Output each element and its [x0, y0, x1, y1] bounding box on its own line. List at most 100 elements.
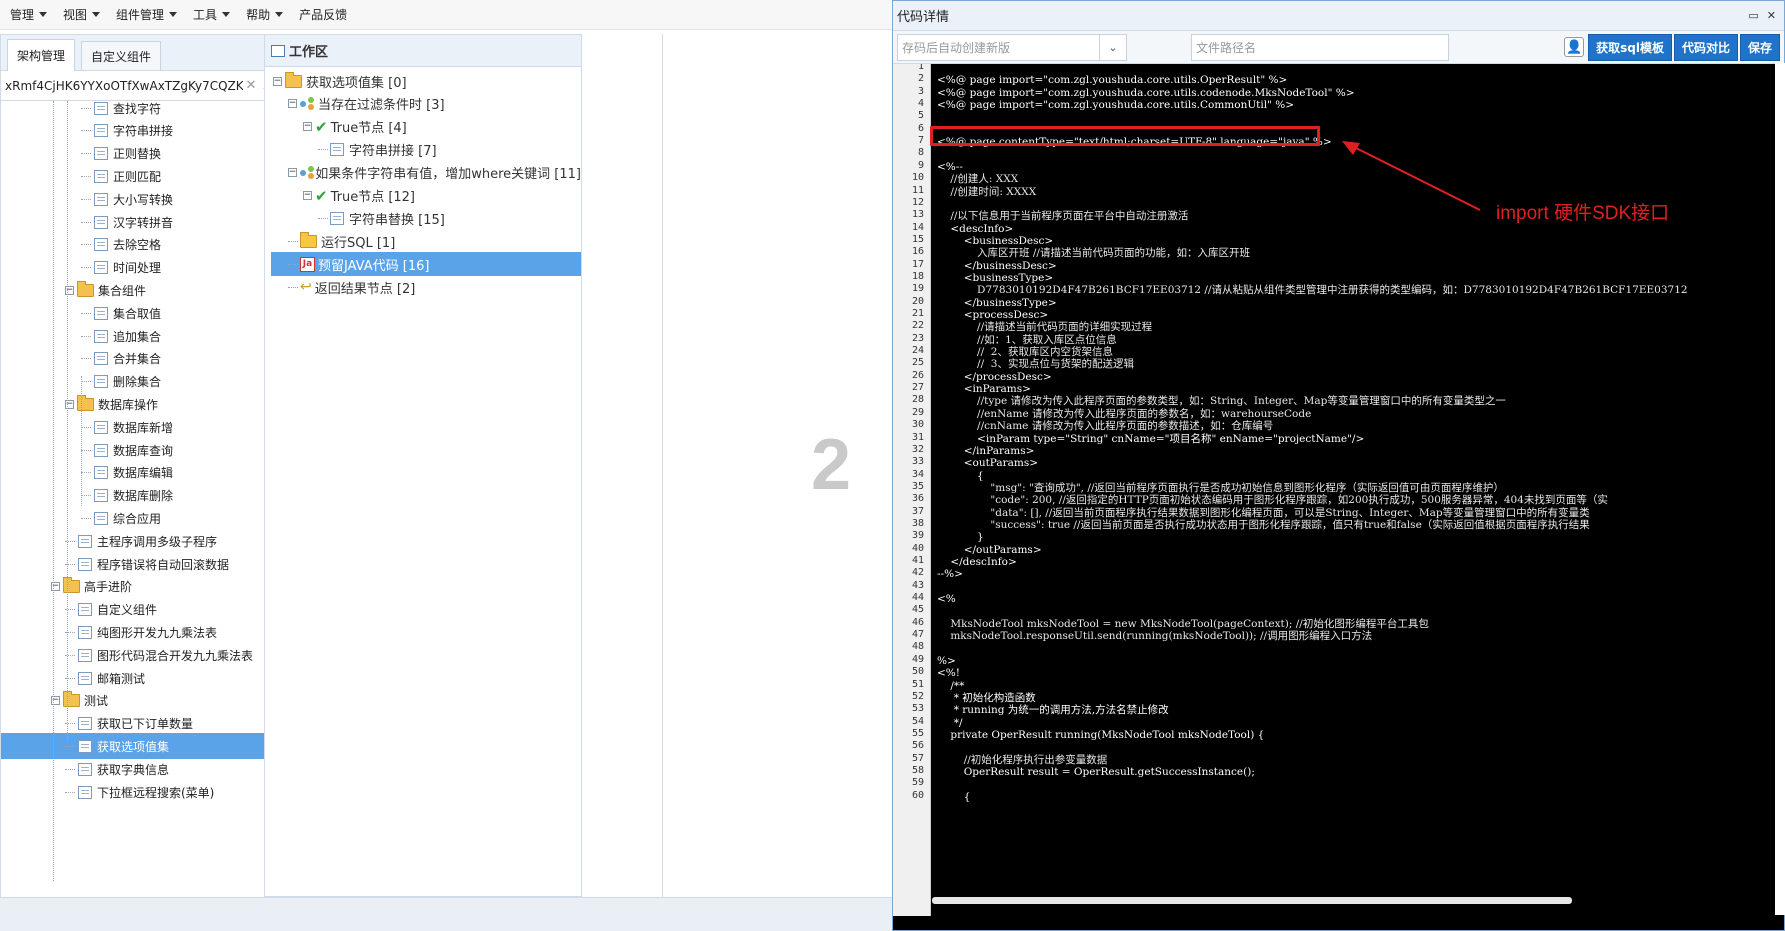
tree-connector: [288, 240, 298, 242]
file-icon: [94, 306, 108, 320]
menu-item-5[interactable]: 产品反馈: [291, 0, 355, 30]
menu-item-label: 帮助: [246, 8, 271, 22]
tree-item-label: 汉字转拼音: [113, 215, 174, 230]
file-icon: [94, 352, 108, 366]
menu-item-3[interactable]: 工具: [185, 0, 238, 30]
workflow-node[interactable]: 运行SQL [1]: [271, 229, 581, 253]
tree-connector: [81, 381, 91, 383]
menu-item-2[interactable]: 组件管理: [108, 0, 185, 30]
file-icon: [94, 261, 108, 275]
chevron-down-icon[interactable]: ⌄: [1099, 34, 1126, 60]
collapse-icon[interactable]: −: [273, 76, 282, 86]
workspace-title: 工作区: [289, 45, 329, 60]
workflow-node[interactable]: − ✔ True节点 [4]: [271, 115, 581, 139]
tab-architecture[interactable]: 架构管理: [7, 39, 76, 71]
version-select-placeholder: 存码后自动创建新版: [902, 40, 1011, 55]
workflow-node[interactable]: Ja 预留JAVA代码 [16]: [271, 252, 581, 277]
file-icon: [94, 420, 108, 434]
condition-group-icon: [300, 97, 315, 110]
tab-custom-components[interactable]: 自定义组件: [81, 41, 162, 70]
file-icon: [94, 511, 108, 525]
folder-icon: [77, 394, 94, 411]
tree-item-label: 合并集合: [113, 352, 162, 367]
caret-down-icon: [169, 12, 178, 17]
menu-bar: 管理 视图 组件管理 工具 帮助 产品反馈: [0, 0, 892, 30]
tree-connector: [81, 358, 91, 360]
code-line: <%@ page import="com.zgl.youshuda.core.u…: [937, 99, 1295, 112]
workflow-node-label: 预留JAVA代码 [16]: [318, 258, 430, 274]
architecture-tree: 查找字符 字符串拼接 正则替换 正则匹配 大小写转换 汉字转拼音 去除空格 时间处理 − 集合组件…: [1, 101, 291, 898]
workflow-node[interactable]: − ✔ True节点 [12]: [271, 184, 581, 208]
tree-connector: [81, 107, 91, 109]
collapse-icon[interactable]: −: [288, 168, 297, 178]
status-bar: [0, 897, 892, 931]
clear-icon[interactable]: ✕: [243, 78, 259, 93]
tree-connector: [81, 198, 91, 200]
code-line: "success": true //返回当前页面是否执行成功状态用于图形化程序跟…: [937, 518, 1590, 531]
tree-item-label: 获取选项值集: [97, 739, 170, 754]
page-root: { "menubar": { "items": ["管理","视图","组件管理…: [0, 0, 1785, 931]
minimize-icon[interactable]: ▭: [1748, 9, 1758, 22]
file-icon: [94, 147, 108, 161]
tree-item-label: 查找字符: [113, 101, 162, 116]
code-compare-button[interactable]: 代码对比: [1673, 33, 1738, 61]
file-icon: [78, 739, 92, 753]
tree-item-label: 删除集合: [113, 375, 162, 390]
tree-item-label: 测试: [84, 694, 109, 709]
code-line: * running 为统一的调用方法,方法名禁止修改: [937, 704, 1169, 717]
menu-item-label: 工具: [193, 8, 218, 22]
file-icon: [330, 143, 344, 157]
tree-connector: [81, 221, 91, 223]
tree-item-label: 正则匹配: [113, 169, 162, 184]
tree-connector: [81, 449, 91, 451]
workflow-node-label: True节点 [4]: [330, 121, 407, 137]
editor-vertical-scrollbar[interactable]: [1775, 63, 1785, 915]
tree-item-label: 数据库编辑: [113, 466, 174, 481]
window-buttons: ▭ ✕: [1748, 9, 1776, 22]
menu-item-0[interactable]: 管理: [2, 0, 55, 30]
workflow-node-label: 如果条件字符串有值，增加where关键词 [11]: [315, 167, 581, 183]
code-editor[interactable]: 1 2 3 4 5 6 7 8 9 10 11 12 13 14 15 16 17 18 19 20 21 22 23 24 2…: [893, 64, 1784, 916]
workflow-node[interactable]: − 获取选项值集 [0]: [271, 69, 581, 93]
code-line: //创建时间: XXXX: [937, 185, 1037, 198]
collapse-icon[interactable]: −: [288, 99, 297, 109]
editor-horizontal-scrollbar[interactable]: [932, 897, 1572, 904]
save-button[interactable]: 保存: [1739, 33, 1780, 61]
workspace-panel: 工作区 − 获取选项值集 [0] − 当存在过滤条件时 [3] − ✔ True节点 [4]…: [264, 34, 582, 897]
tree-item-label: 程序错误将自动回滚数据: [97, 557, 230, 572]
file-icon: [94, 101, 108, 115]
workflow-node[interactable]: ↩ 返回结果节点 [2]: [271, 275, 581, 299]
line-number: 60: [911, 789, 924, 801]
code-panel-titlebar: 代码详情 ▭ ✕: [893, 1, 1784, 31]
file-icon: [78, 671, 92, 685]
workflow-node-label: 返回结果节点 [2]: [314, 281, 416, 297]
menu-item-1[interactable]: 视图: [55, 0, 108, 30]
return-icon: ↩: [300, 279, 312, 296]
tree-connector: [65, 791, 75, 793]
workflow-node[interactable]: 字符串替换 [15]: [271, 206, 581, 230]
workflow-node[interactable]: − 如果条件字符串有值，增加where关键词 [11]: [271, 161, 581, 185]
file-path-input[interactable]: 文件路径名: [1191, 33, 1449, 61]
menu-item-4[interactable]: 帮助: [238, 0, 291, 30]
collapse-icon[interactable]: −: [303, 122, 312, 132]
workflow-node[interactable]: − 当存在过滤条件时 [3]: [271, 92, 581, 116]
tree-connector: [81, 130, 91, 132]
file-icon: [94, 215, 108, 229]
file-icon: [78, 534, 92, 548]
collapse-icon[interactable]: −: [303, 191, 312, 200]
caret-down-icon: [222, 12, 231, 17]
close-icon[interactable]: ✕: [1767, 9, 1776, 22]
tree-item-label: 邮箱测试: [97, 671, 146, 686]
get-sql-template-button[interactable]: 获取sql模板: [1588, 33, 1672, 61]
tree-search-input[interactable]: [5, 78, 243, 93]
tree-item-label: 集合组件: [98, 283, 147, 298]
flow-canvas[interactable]: 2: [662, 34, 892, 897]
user-avatar[interactable]: 👤: [1564, 37, 1585, 57]
menu-item-label: 视图: [63, 8, 88, 22]
version-select[interactable]: 存码后自动创建新版 ⌄: [897, 33, 1127, 61]
tree-item[interactable]: 下拉框远程搜索(菜单): [1, 779, 283, 805]
file-icon: [78, 557, 92, 571]
left-panel: 架构管理 自定义组件 ✕ ⌕ 查找字符字符串拼接正则替换正则匹配大小写转换汉字转…: [0, 34, 292, 911]
workflow-node[interactable]: 字符串拼接 [7]: [271, 138, 581, 162]
code-line: private OperResult running(MksNodeTool m…: [937, 728, 1265, 741]
